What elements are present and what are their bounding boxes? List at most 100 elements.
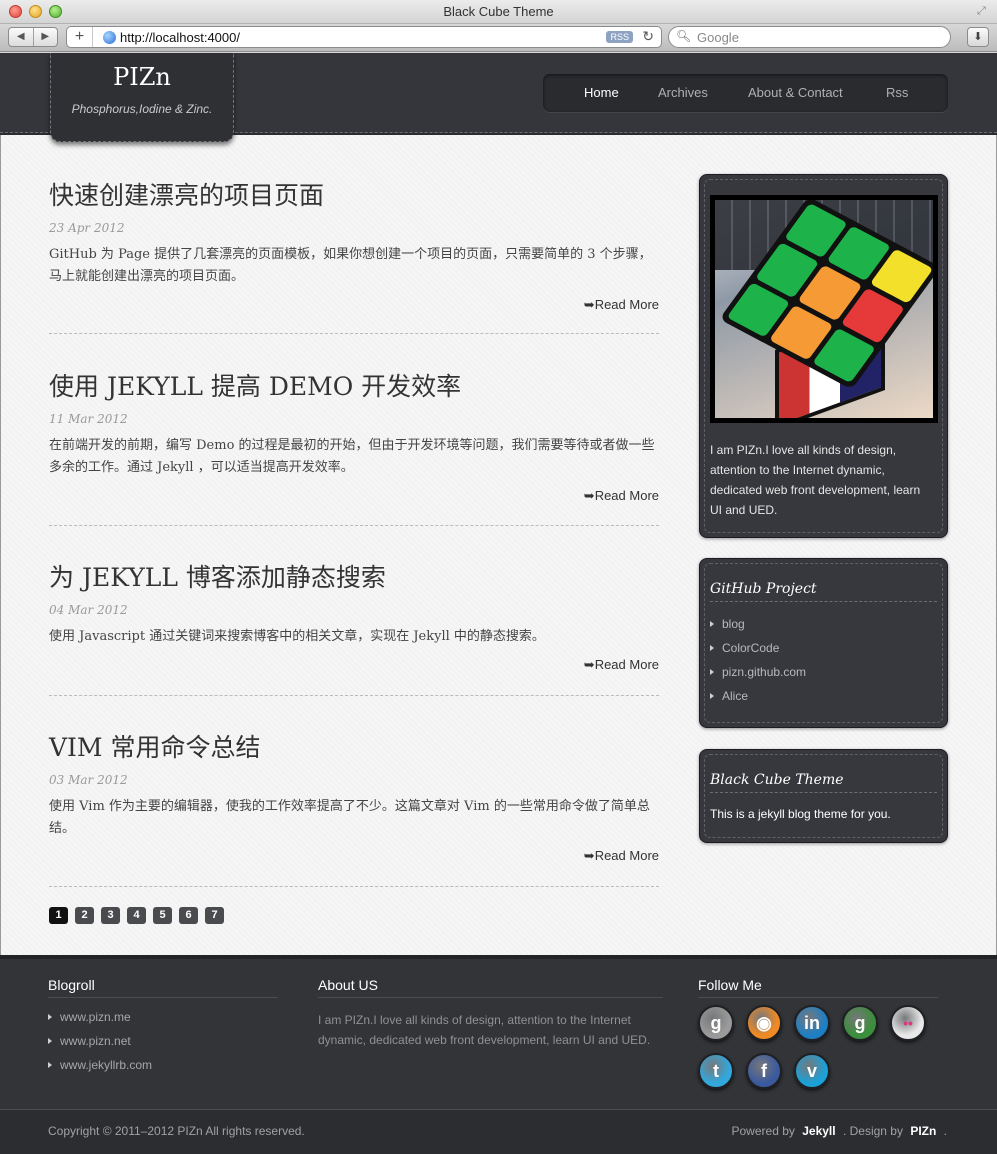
list-item[interactable]: Alice (710, 689, 806, 713)
browser-toolbar: ◀ ▶ + http://localhost:4000/ RSS ↻ 🔍︎ Go… (0, 24, 997, 52)
post-title[interactable]: 为 JEKYLL 博客添加静态搜索 (49, 558, 659, 594)
bullet-icon (48, 1014, 52, 1020)
list-item[interactable]: www.pizn.me (48, 1010, 278, 1034)
twitter-icon[interactable]: t (698, 1053, 734, 1089)
post-item: 快速创建漂亮的项目页面 23 Apr 2012 GitHub 为 Page 提供… (49, 176, 659, 316)
url-text[interactable]: http://localhost:4000/ (120, 30, 240, 45)
post-date: 03 Mar 2012 (49, 773, 128, 787)
rss-icon[interactable]: ◉ (746, 1005, 782, 1041)
github-list: blog ColorCode pizn.github.com Alice (710, 617, 806, 713)
page-link[interactable]: 7 (205, 907, 224, 924)
list-item[interactable]: pizn.github.com (710, 665, 806, 689)
nav-archives[interactable]: Archives (658, 85, 708, 100)
flickr-icon[interactable]: •• (890, 1005, 926, 1041)
nav-home[interactable]: Home (584, 85, 619, 100)
bullet-icon (710, 645, 714, 651)
post-title[interactable]: VIM 常用命令总结 (49, 728, 659, 764)
credits-end: . (943, 1124, 947, 1138)
section-title: Follow Me (698, 977, 938, 998)
powered-by-label: Powered by (731, 1124, 795, 1138)
page-link[interactable]: 2 (75, 907, 94, 924)
rubiks-cube-photo (710, 195, 938, 423)
about-us-section: About US I am PIZn.I love all kinds of d… (318, 977, 663, 1050)
post-divider (49, 695, 659, 696)
site-tagline: Phosphorus,Iodine & Zinc. (71, 102, 213, 116)
google-plus-icon[interactable]: g (842, 1005, 878, 1041)
facebook-icon[interactable]: f (746, 1053, 782, 1089)
window-titlebar: Black Cube Theme ⤢ (0, 0, 997, 24)
search-icon: 🔍︎ (676, 29, 692, 43)
list-item[interactable]: www.jekyllrb.com (48, 1058, 278, 1082)
bullet-icon (710, 669, 714, 675)
list-item[interactable]: ColorCode (710, 641, 806, 665)
window-title: Black Cube Theme (443, 4, 554, 19)
forward-icon[interactable]: ▶ (34, 28, 58, 46)
read-more-link[interactable]: ➥Read More (584, 488, 659, 504)
main-nav: Home Archives About & Contact Rss (543, 74, 948, 112)
bullet-icon (710, 693, 714, 699)
site-logo[interactable]: PIZn Phosphorus,Iodine & Zinc. (50, 53, 234, 142)
list-item[interactable]: www.pizn.net (48, 1034, 278, 1058)
google-icon[interactable]: g (698, 1005, 734, 1041)
jekyll-link[interactable]: Jekyll (802, 1124, 835, 1138)
post-divider (49, 333, 659, 334)
downloads-icon[interactable]: ⬇ (967, 27, 989, 47)
widget-title: GitHub Project (710, 581, 937, 602)
site-header: PIZn Phosphorus,Iodine & Zinc. Home Arch… (0, 53, 997, 142)
post-title[interactable]: 使用 JEKYLL 提高 DEMO 开发效率 (49, 367, 659, 403)
page-link-current[interactable]: 1 (49, 907, 68, 924)
add-bookmark-icon[interactable]: + (67, 27, 93, 47)
linkedin-icon[interactable]: in (794, 1005, 830, 1041)
section-title: About US (318, 977, 663, 998)
post-item: 为 JEKYLL 博客添加静态搜索 04 Mar 2012 使用 Javascr… (49, 558, 659, 678)
fullscreen-icon[interactable]: ⤢ (977, 4, 991, 18)
widget-description: This is a jekyll blog theme for you. (710, 807, 891, 821)
main-content: 快速创建漂亮的项目页面 23 Apr 2012 GitHub 为 Page 提供… (0, 135, 997, 955)
read-more-link[interactable]: ➥Read More (584, 848, 659, 864)
post-excerpt: GitHub 为 Page 提供了几套漂亮的页面模板，如果你想创建一个项目的页面… (49, 247, 652, 284)
search-placeholder: Google (697, 30, 739, 45)
blogroll-list: www.pizn.me www.pizn.net www.jekyllrb.co… (48, 1010, 278, 1082)
read-more-link[interactable]: ➥Read More (584, 297, 659, 313)
about-us-text: I am PIZn.I love all kinds of design, at… (318, 1013, 651, 1047)
about-text: I am PIZn.I love all kinds of design, at… (710, 443, 921, 517)
vimeo-icon[interactable]: v (794, 1053, 830, 1089)
blogroll-section: Blogroll www.pizn.me www.pizn.net www.je… (48, 977, 278, 1082)
github-widget: GitHub Project blog ColorCode pizn.githu… (699, 558, 948, 728)
search-field[interactable]: 🔍︎ Google (668, 26, 951, 48)
list-item[interactable]: blog (710, 617, 806, 641)
pizn-link[interactable]: PIZn (910, 1124, 936, 1138)
page-link[interactable]: 5 (153, 907, 172, 924)
post-date: 04 Mar 2012 (49, 603, 128, 617)
bullet-icon (710, 621, 714, 627)
site-footer: Blogroll www.pizn.me www.pizn.net www.je… (0, 955, 997, 1154)
reload-icon[interactable]: ↻ (642, 28, 654, 45)
post-divider (49, 886, 659, 887)
post-item: 使用 JEKYLL 提高 DEMO 开发效率 11 Mar 2012 在前端开发… (49, 367, 659, 507)
address-bar[interactable]: + http://localhost:4000/ RSS ↻ (66, 26, 662, 48)
nav-about-contact[interactable]: About & Contact (748, 85, 843, 100)
post-divider (49, 525, 659, 526)
post-excerpt: 使用 Vim 作为主要的编辑器，使我的工作效率提高了不少。这篇文章对 Vim 的… (49, 799, 650, 836)
credits: Powered by Jekyll . Design by PIZn . (732, 1124, 948, 1138)
page-link[interactable]: 6 (179, 907, 198, 924)
post-excerpt: 在前端开发的前期，编写 Demo 的过程是最初的开始，但由于开发环境等问题，我们… (49, 438, 655, 475)
back-icon[interactable]: ◀ (9, 28, 34, 46)
read-more-link[interactable]: ➥Read More (584, 657, 659, 673)
section-title: Blogroll (48, 977, 278, 998)
post-title[interactable]: 快速创建漂亮的项目页面 (49, 176, 659, 212)
page-link[interactable]: 3 (101, 907, 120, 924)
site-title[interactable]: PIZn (51, 63, 233, 91)
design-by-label: . Design by (842, 1124, 903, 1138)
bullet-icon (48, 1038, 52, 1044)
follow-section: Follow Me g ◉ in g •• t f v (698, 977, 938, 1107)
post-date: 11 Mar 2012 (49, 412, 128, 426)
theme-widget: Black Cube Theme This is a jekyll blog t… (699, 749, 948, 843)
rss-badge[interactable]: RSS (606, 31, 633, 43)
widget-title: Black Cube Theme (710, 772, 937, 793)
site-globe-icon (103, 31, 116, 44)
page-link[interactable]: 4 (127, 907, 146, 924)
nav-rss[interactable]: Rss (886, 85, 908, 100)
copyright-bar: Copyright © 2011–2012 PIZn All rights re… (0, 1109, 997, 1154)
pagination: 1 2 3 4 5 6 7 (49, 907, 224, 924)
